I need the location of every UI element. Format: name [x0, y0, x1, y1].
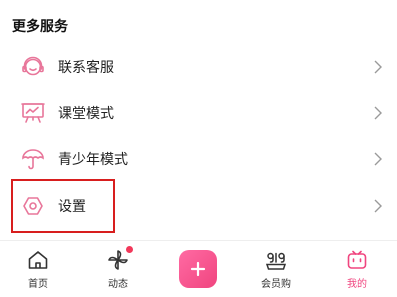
- plus-icon: [190, 261, 206, 277]
- create-post-button[interactable]: [179, 250, 217, 288]
- chevron-right-icon: [374, 152, 382, 166]
- chevron-right-icon: [374, 60, 382, 74]
- chevron-right-icon: [374, 199, 382, 213]
- tab-label: 首页: [28, 279, 48, 290]
- tab-vip-shop[interactable]: 会员购: [246, 241, 306, 297]
- home-icon: [26, 248, 50, 272]
- tab-home[interactable]: 首页: [8, 241, 68, 297]
- vip-shop-icon: [264, 248, 288, 272]
- tab-label: 我的: [347, 279, 367, 290]
- umbrella-icon: [20, 146, 46, 172]
- tab-mine[interactable]: 我的: [327, 241, 387, 297]
- section-title: 更多服务: [12, 19, 68, 35]
- tv-face-icon: [345, 248, 369, 272]
- menu-item-label: 青少年模式: [58, 152, 128, 168]
- menu-item-classroom-mode[interactable]: 课堂模式: [0, 89, 397, 137]
- headset-icon: [20, 54, 46, 80]
- notification-dot: [126, 246, 133, 253]
- chevron-right-icon: [374, 106, 382, 120]
- settings-highlight-box: [11, 179, 115, 233]
- tab-label: 动态: [108, 279, 128, 290]
- classroom-icon: [20, 100, 46, 126]
- menu-item-contact-support[interactable]: 联系客服: [0, 43, 397, 91]
- tab-label: 会员购: [261, 279, 291, 290]
- menu-item-label: 联系客服: [58, 60, 114, 76]
- menu-item-label: 课堂模式: [58, 106, 114, 122]
- menu-item-teen-mode[interactable]: 青少年模式: [0, 135, 397, 183]
- tab-feed[interactable]: 动态: [88, 241, 148, 297]
- pinwheel-icon: [106, 246, 133, 272]
